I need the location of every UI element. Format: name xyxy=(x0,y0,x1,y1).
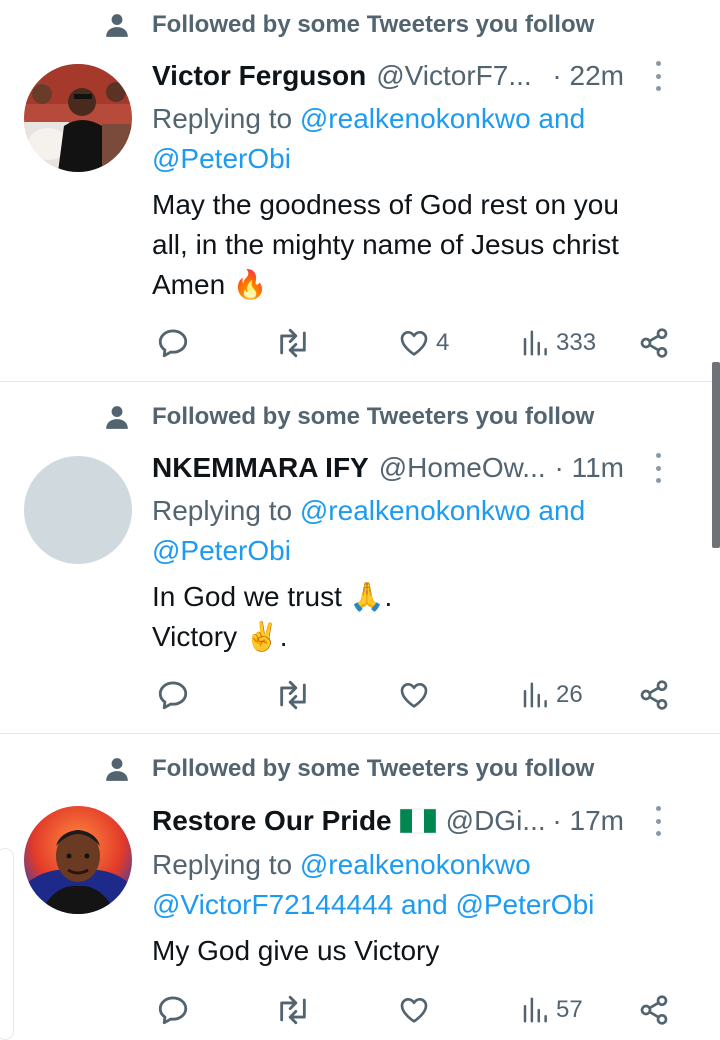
social-context: Followed by some Tweeters you follow xyxy=(104,10,594,40)
reply-button[interactable] xyxy=(156,992,190,1028)
mention-link[interactable]: @realkenokonkwo xyxy=(300,103,531,134)
reply-icon xyxy=(158,996,188,1025)
retweet-icon xyxy=(280,995,306,1025)
reply-button[interactable] xyxy=(156,325,190,361)
mention-link[interactable]: @VictorF72144444 xyxy=(152,889,393,920)
retweet-icon xyxy=(280,680,306,710)
reply-button[interactable] xyxy=(156,677,190,713)
social-context-text: Followed by some Tweeters you follow xyxy=(152,403,595,430)
like-icon xyxy=(400,331,428,356)
tweet-text: My God give us Victory xyxy=(152,931,696,971)
mention-and: and xyxy=(530,495,586,526)
share-button[interactable] xyxy=(638,325,670,361)
retweet-icon xyxy=(280,328,306,358)
tweet-text-line: May the goodness of God rest on you xyxy=(152,189,619,220)
tweet-header: Victor Ferguson @VictorF7... · 22m xyxy=(152,58,696,94)
views-count: 333 xyxy=(556,329,597,356)
timestamp[interactable]: · 11m xyxy=(555,452,625,484)
person-icon xyxy=(106,14,128,37)
avatar[interactable] xyxy=(24,806,132,914)
tweet-actions: 4 333 xyxy=(152,325,672,361)
avatar-photo xyxy=(24,64,132,172)
views-icon xyxy=(523,997,547,1023)
display-name[interactable]: NKEMMARA IFY xyxy=(152,452,369,484)
views-count: 57 xyxy=(556,996,583,1023)
like-button[interactable]: 4 xyxy=(398,325,449,361)
mention-link[interactable]: @realkenokonkwo xyxy=(300,849,531,880)
tweet-header: NKEMMARA IFY @HomeOw... · 11m xyxy=(152,450,696,486)
views-icon xyxy=(523,330,547,356)
share-icon xyxy=(640,680,668,710)
tweet-2[interactable]: Followed by some Tweeters you follow NKE… xyxy=(0,382,720,734)
retweet-button[interactable] xyxy=(274,325,312,361)
tweet-actions: 57 xyxy=(152,992,672,1028)
views-button[interactable]: 333 xyxy=(520,325,596,361)
timestamp[interactable]: · 22m xyxy=(552,60,624,92)
handle[interactable]: @DGi... xyxy=(446,805,546,837)
retweet-button[interactable] xyxy=(274,992,312,1028)
social-context-text: Followed by some Tweeters you follow xyxy=(152,11,595,38)
replying-to-prefix: Replying to xyxy=(152,103,300,134)
tweet-text: May the goodness of God rest on you all,… xyxy=(152,185,696,305)
reply-icon xyxy=(158,329,188,358)
views-button[interactable]: 57 xyxy=(520,992,583,1028)
views-icon xyxy=(523,682,547,708)
handle[interactable]: @HomeOw... xyxy=(379,452,546,484)
social-context-text: Followed by some Tweeters you follow xyxy=(152,755,595,782)
more-icon[interactable] xyxy=(650,806,666,836)
share-button[interactable] xyxy=(638,677,670,713)
share-icon xyxy=(640,995,668,1025)
tweet-actions: 26 xyxy=(152,677,672,713)
floating-panel-edge xyxy=(0,848,14,1040)
tweet-header: Restore Our Pride @DGi... · 17m xyxy=(152,803,696,839)
timeline-feed: Followed by some Tweeters you follow Vic… xyxy=(0,0,720,1031)
mention-link[interactable]: @PeterObi xyxy=(152,143,291,174)
timestamp[interactable]: · 17m xyxy=(552,805,624,837)
scrollbar[interactable] xyxy=(712,362,720,548)
views-button[interactable]: 26 xyxy=(520,677,583,713)
retweet-button[interactable] xyxy=(274,677,312,713)
display-name[interactable]: Victor Ferguson xyxy=(152,60,366,92)
like-button[interactable] xyxy=(398,677,430,713)
person-icon xyxy=(106,758,128,781)
share-button[interactable] xyxy=(638,992,670,1028)
like-icon xyxy=(400,683,428,708)
replying-to: Replying to @realkenokonkwo and @PeterOb… xyxy=(152,491,696,571)
mention-link[interactable]: @realkenokonkwo xyxy=(300,495,531,526)
tweet-text-line: In God we trust 🙏. xyxy=(152,581,393,612)
mention-and: and xyxy=(530,103,586,134)
social-context: Followed by some Tweeters you follow xyxy=(104,402,594,432)
mention-link[interactable]: @PeterObi xyxy=(152,535,291,566)
tweet-text-line: all, in the mighty name of Jesus christ xyxy=(152,229,619,260)
share-icon xyxy=(640,328,668,358)
like-count: 4 xyxy=(436,329,450,356)
avatar[interactable] xyxy=(24,64,132,172)
tweet-text-line: Amen 🔥 xyxy=(152,269,268,300)
more-icon[interactable] xyxy=(650,61,666,91)
social-context: Followed by some Tweeters you follow xyxy=(104,754,594,784)
mention-link[interactable]: @PeterObi xyxy=(455,889,594,920)
replying-to: Replying to @realkenokonkwo @VictorF7214… xyxy=(152,845,696,925)
tweet-text: In God we trust 🙏. Victory ✌️. xyxy=(152,577,696,657)
tweet-text-line: My God give us Victory xyxy=(152,935,440,966)
tweet-3[interactable]: Followed by some Tweeters you follow Res… xyxy=(0,734,720,1031)
replying-to-prefix: Replying to xyxy=(152,849,300,880)
more-icon[interactable] xyxy=(650,453,666,483)
nigeria-flag-icon xyxy=(399,808,436,834)
like-icon xyxy=(400,998,428,1023)
avatar[interactable] xyxy=(24,456,132,564)
avatar-photo xyxy=(24,806,132,914)
display-name[interactable]: Restore Our Pride xyxy=(152,805,392,837)
tweet-text-line: Victory ✌️. xyxy=(152,621,288,652)
like-button[interactable] xyxy=(398,992,430,1028)
replying-to: Replying to @realkenokonkwo and @PeterOb… xyxy=(152,99,696,179)
views-count: 26 xyxy=(556,681,583,708)
replying-to-prefix: Replying to xyxy=(152,495,300,526)
person-icon xyxy=(106,406,128,429)
tweet-1[interactable]: Followed by some Tweeters you follow Vic… xyxy=(0,0,720,382)
reply-icon xyxy=(158,681,188,710)
handle[interactable]: @VictorF7... xyxy=(376,60,532,92)
mention-and: and xyxy=(393,889,456,920)
